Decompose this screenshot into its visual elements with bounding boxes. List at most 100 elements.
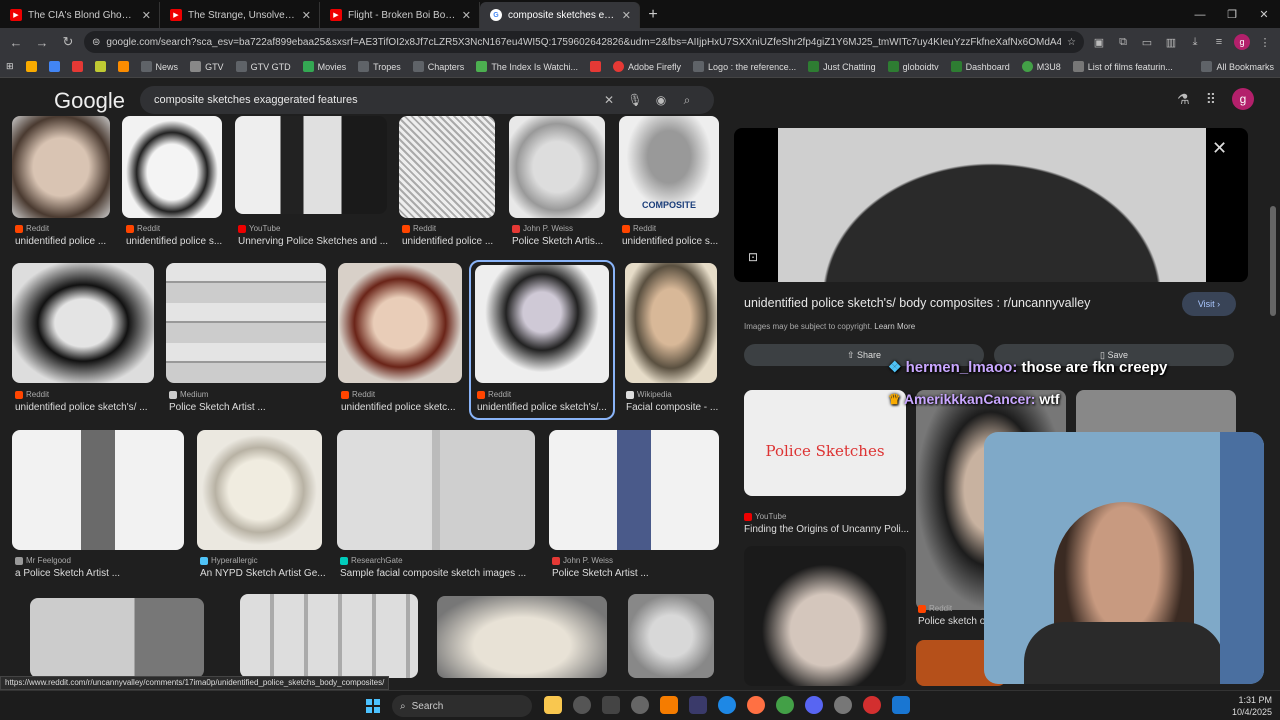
bookmark-item[interactable]: globoidtv	[887, 61, 939, 72]
browser-tab-active[interactable]: Gcomposite sketches exaggerate ✕	[480, 2, 640, 28]
close-window-icon[interactable]: ✕	[1248, 2, 1280, 28]
bookmark-folder[interactable]: GTV GTD	[235, 61, 291, 72]
bookmark-item[interactable]: M3U8	[1021, 61, 1061, 72]
result-image[interactable]	[337, 430, 535, 550]
result-caption[interactable]: Reddit unidentified police sketch's/ ...	[15, 390, 160, 413]
all-bookmarks[interactable]: All Bookmarks	[1201, 61, 1274, 72]
app-icon[interactable]	[573, 696, 591, 714]
clear-icon[interactable]: ✕	[596, 93, 622, 107]
media-icon[interactable]: ≡	[1210, 36, 1228, 48]
taskbar-search[interactable]: ⌕ Search	[392, 695, 532, 717]
result-caption[interactable]: YouTube Unnerving Police Sketches and ...	[238, 224, 388, 247]
bookmark-item[interactable]: Dashboard	[950, 61, 1010, 72]
account-avatar[interactable]: g	[1232, 88, 1254, 110]
result-caption[interactable]: Reddit unidentified police sketc...	[341, 390, 466, 413]
app-icon[interactable]	[689, 696, 707, 714]
bookmark-item[interactable]	[25, 61, 37, 72]
close-tab-icon[interactable]: ✕	[622, 9, 631, 22]
close-tab-icon[interactable]: ✕	[142, 9, 151, 22]
visit-button[interactable]: Visit ›	[1182, 292, 1236, 316]
result-image[interactable]	[235, 116, 387, 214]
bookmark-item[interactable]	[71, 61, 83, 72]
result-caption[interactable]: Reddit unidentified police ...	[15, 224, 115, 247]
bookmark-item[interactable]: Adobe Firefly	[613, 61, 681, 72]
bookmark-item[interactable]: GTV	[190, 61, 224, 72]
bookmark-star-icon[interactable]: ☆	[1067, 37, 1076, 48]
puzzle-icon[interactable]: ⧉	[1114, 36, 1132, 49]
bookmark-folder[interactable]: News	[140, 61, 178, 72]
bookmark-item[interactable]: List of films featurin...	[1072, 61, 1173, 72]
result-image[interactable]	[338, 263, 462, 383]
browser-tab[interactable]: ▶ Flight - Broken Boi Boi (Official ✕	[320, 2, 480, 28]
reload-icon[interactable]: ↻	[58, 34, 78, 50]
result-image[interactable]	[12, 263, 154, 383]
result-image[interactable]	[399, 116, 495, 218]
browser-tab[interactable]: ▶ The CIA's Blond Ghost: Ted Sha ✕	[0, 2, 160, 28]
sidepanel-icon[interactable]: ▥	[1162, 36, 1180, 49]
result-caption[interactable]: Reddit unidentified police s...	[622, 224, 722, 247]
menu-icon[interactable]: ⋮	[1256, 36, 1274, 49]
result-caption[interactable]: Reddit unidentified police sketch's/...	[477, 390, 609, 413]
page-scrollbar[interactable]	[1270, 126, 1276, 686]
bookmark-item[interactable]: Movies	[302, 61, 346, 72]
bookmark-folder[interactable]: Logo : the reference...	[693, 61, 796, 72]
related-caption[interactable]: YouTube Finding the Origins of Uncanny Po…	[744, 512, 909, 535]
result-caption[interactable]: John P. Weiss Police Sketch Artist ...	[552, 556, 722, 579]
app-icon[interactable]	[834, 696, 852, 714]
edge-icon[interactable]	[718, 696, 736, 714]
result-caption[interactable]: Mr Feelgood a Police Sketch Artist ...	[15, 556, 185, 579]
site-info-icon[interactable]: ⊜	[92, 37, 100, 48]
bookmark-folder[interactable]: Chapters	[412, 61, 464, 72]
app-icon[interactable]	[863, 696, 881, 714]
discord-icon[interactable]	[805, 696, 823, 714]
result-image[interactable]	[509, 116, 605, 218]
close-tab-icon[interactable]: ✕	[302, 9, 311, 22]
address-bar[interactable]: ⊜ google.com/search?sca_esv=ba722af899eb…	[84, 31, 1084, 53]
result-caption[interactable]: Hyperallergic An NYPD Sketch Artist Ge...	[200, 556, 330, 579]
google-logo[interactable]: Google	[54, 88, 125, 114]
result-image[interactable]	[122, 116, 222, 218]
result-caption[interactable]: Medium Police Sketch Artist ...	[169, 390, 319, 413]
microphone-icon[interactable]: 🎙	[622, 93, 648, 107]
forward-icon[interactable]: →	[32, 35, 52, 50]
bookmark-item[interactable]: Just Chatting	[808, 61, 876, 72]
app-icon[interactable]	[631, 696, 649, 714]
bookmark-item[interactable]	[94, 61, 106, 72]
apps-grid-icon[interactable]: ⠿	[1206, 91, 1216, 108]
learn-more-link[interactable]: Learn More	[874, 322, 915, 331]
vlc-icon[interactable]	[660, 696, 678, 714]
result-image[interactable]: COMPOSITE	[619, 116, 719, 218]
result-image[interactable]	[197, 430, 322, 550]
chrome-icon[interactable]	[776, 696, 794, 714]
result-caption[interactable]: Reddit unidentified police s...	[126, 224, 226, 247]
bookmark-folder[interactable]: Tropes	[358, 61, 401, 72]
download-icon[interactable]: ⤓	[1186, 36, 1204, 49]
related-image[interactable]	[744, 546, 906, 686]
camera-lens-icon[interactable]: ◉	[648, 93, 674, 107]
lens-icon[interactable]: ⊡	[748, 250, 758, 264]
bookmark-item[interactable]: The Index Is Watchi...	[476, 61, 578, 72]
preview-title[interactable]: unidentified police sketch's/ body compo…	[744, 296, 1090, 310]
result-image[interactable]	[240, 594, 418, 678]
apps-icon[interactable]: ⊞	[6, 61, 14, 72]
result-image[interactable]	[12, 430, 184, 550]
search-input[interactable]: composite sketches exaggerated features	[154, 94, 596, 106]
profile-avatar[interactable]: g	[1234, 34, 1250, 50]
scrollbar-thumb[interactable]	[1270, 206, 1276, 316]
system-clock[interactable]: 1:31 PM 10/4/2025	[1232, 694, 1272, 718]
result-image[interactable]	[549, 430, 719, 550]
result-caption[interactable]: ResearchGate Sample facial composite sket…	[340, 556, 540, 579]
result-caption[interactable]: Wikipedia Facial composite - ...	[626, 390, 726, 413]
result-image[interactable]	[628, 594, 714, 678]
result-image[interactable]	[625, 263, 717, 383]
search-icon[interactable]: ⌕	[674, 93, 700, 108]
back-icon[interactable]: ←	[6, 35, 26, 50]
result-caption[interactable]: Reddit unidentified police ...	[402, 224, 502, 247]
vscode-icon[interactable]	[892, 696, 910, 714]
result-caption[interactable]: John P. Weiss Police Sketch Artis...	[512, 224, 612, 247]
file-explorer-icon[interactable]	[544, 696, 562, 714]
close-tab-icon[interactable]: ✕	[462, 9, 471, 22]
search-box[interactable]: composite sketches exaggerated features …	[140, 86, 714, 114]
labs-icon[interactable]: ⚗	[1177, 91, 1190, 108]
extension-icon[interactable]: ▣	[1090, 36, 1108, 49]
